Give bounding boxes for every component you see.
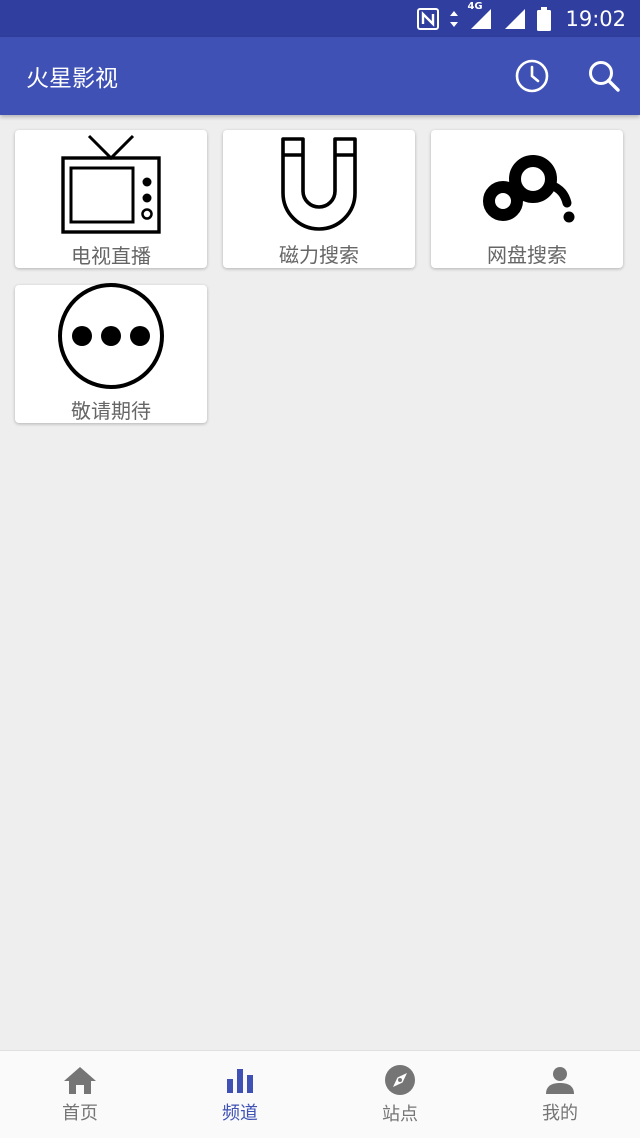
- app-bar: 火星影视: [0, 37, 640, 115]
- status-time: 19:02: [565, 6, 626, 31]
- history-clock-icon: [515, 59, 549, 93]
- more-dots-icon: [58, 283, 164, 389]
- tv-icon: [61, 134, 161, 234]
- bar-chart-icon: [227, 1068, 253, 1093]
- search-button[interactable]: [568, 37, 640, 115]
- bottom-nav: 首页 频道 站点 我的: [0, 1050, 640, 1138]
- nav-label: 我的: [542, 1102, 578, 1124]
- app-title: 火星影视: [26, 66, 118, 92]
- nav-item-mine[interactable]: 我的: [480, 1051, 640, 1138]
- history-button[interactable]: [496, 37, 568, 115]
- cloud-disk-icon: [483, 155, 575, 223]
- battery-icon: [537, 6, 552, 31]
- nav-item-channels[interactable]: 频道: [160, 1051, 320, 1138]
- channel-card-tv-live[interactable]: 电视直播: [15, 130, 207, 268]
- home-icon: [64, 1066, 96, 1094]
- signal-icon: 4G: [467, 1, 493, 31]
- nav-item-home[interactable]: 首页: [0, 1051, 160, 1138]
- compass-icon: [385, 1064, 415, 1095]
- nav-item-sites[interactable]: 站点: [320, 1051, 480, 1138]
- data-arrows-icon: [449, 10, 459, 28]
- signal-icon: [503, 7, 527, 31]
- search-icon: [589, 61, 620, 92]
- channel-card-netdisk-search[interactable]: 网盘搜索: [431, 130, 623, 268]
- channel-label: 网盘搜索: [487, 243, 567, 267]
- channel-label: 磁力搜索: [279, 243, 359, 267]
- channel-card-magnet-search[interactable]: 磁力搜索: [223, 130, 415, 268]
- nav-label: 站点: [382, 1103, 418, 1125]
- person-icon: [546, 1066, 574, 1094]
- magnet-icon: [281, 137, 357, 231]
- channel-card-coming-soon[interactable]: 敬请期待: [15, 283, 207, 423]
- status-bar: 4G 19:02: [0, 0, 640, 37]
- channel-label: 敬请期待: [71, 399, 151, 423]
- nfc-icon: [417, 7, 440, 30]
- nav-label: 首页: [62, 1102, 98, 1124]
- channel-grid: 电视直播 磁力搜索 网盘搜索 敬请期待: [0, 115, 640, 1050]
- nav-label: 频道: [222, 1102, 258, 1124]
- network-type-label: 4G: [467, 0, 483, 12]
- channel-label: 电视直播: [71, 244, 151, 268]
